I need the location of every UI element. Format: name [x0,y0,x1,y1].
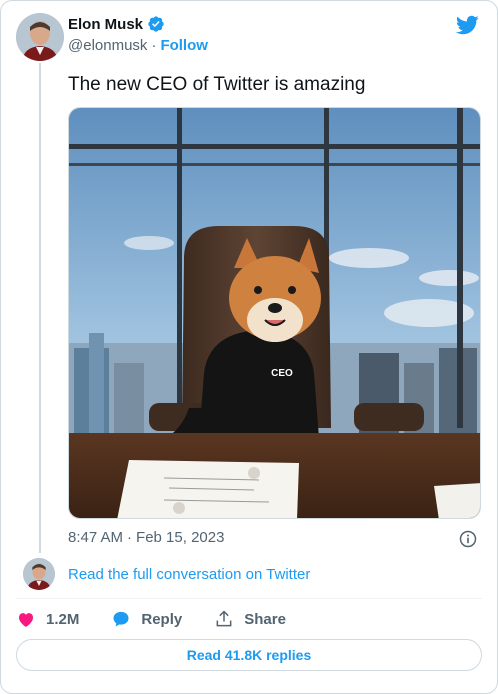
share-icon [216,610,232,627]
action-bar: 1.2M Reply Share [16,607,318,631]
reply-button[interactable]: Reply [111,609,182,629]
heart-icon [19,613,33,627]
timestamp-time: 8:47 AM [68,529,124,546]
tweet-media-image[interactable]: CEO [68,107,481,519]
hoodie-label: CEO [271,368,293,379]
share-button[interactable]: Share [214,609,286,629]
timestamp-date: Feb 15, 2023 [136,529,225,546]
author-handle[interactable]: @elonmusk [68,37,147,54]
timestamp-separator: · [127,529,133,546]
handle-separator: · [151,37,157,54]
tweet-timestamp[interactable]: 8:47 AM · Feb 15, 2023 [68,529,224,546]
info-icon[interactable] [458,529,478,549]
thread-line [39,63,41,553]
share-label: Share [244,610,286,628]
read-conversation-link[interactable]: Read the full conversation on Twitter [68,566,310,583]
verified-badge-icon [148,16,164,32]
tweet-text: The new CEO of Twitter is amazing [68,74,366,95]
reply-bubble-icon [113,611,129,627]
twitter-logo-icon[interactable] [455,13,479,37]
tweet-card: Elon Musk @elonmusk · Follow The new CEO… [0,0,498,694]
author-name-row: Elon Musk [68,15,165,33]
author-handle-row: @elonmusk · Follow [68,37,208,54]
conversation-avatar[interactable] [23,558,55,590]
author-name[interactable]: Elon Musk [68,16,143,33]
reply-label: Reply [141,610,183,628]
author-avatar[interactable] [16,13,64,61]
read-replies-button[interactable]: Read 41.8K replies [16,639,482,671]
like-count: 1.2M [46,610,80,628]
follow-button[interactable]: Follow [160,37,208,54]
divider [16,598,482,599]
like-button[interactable]: 1.2M [16,609,79,629]
